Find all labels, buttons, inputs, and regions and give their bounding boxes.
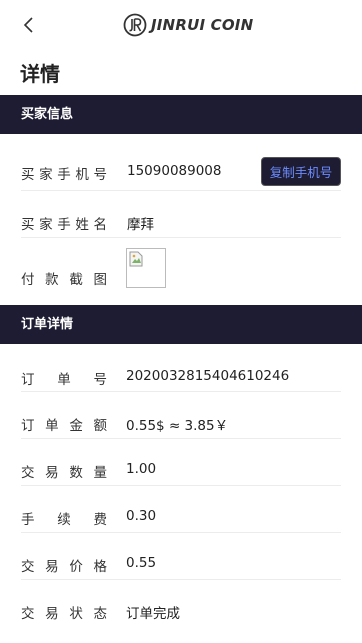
label-char: 号	[93, 167, 108, 183]
label-char: 单	[57, 372, 71, 388]
label-char: 数	[69, 465, 83, 481]
label-char: 订	[21, 372, 35, 388]
label-char: 易	[45, 559, 59, 575]
payment-screenshot-image[interactable]	[126, 248, 166, 288]
label-char: 费	[93, 512, 108, 528]
label-char: 号	[93, 372, 108, 388]
app-logo: JINRUI COIN	[123, 12, 253, 38]
label-char: 买	[21, 167, 35, 183]
top-bar: JINRUI COIN	[0, 0, 362, 50]
buyer-name-value: 摩拜	[127, 217, 154, 233]
label-char: 格	[93, 559, 107, 575]
label-char: 订	[21, 418, 35, 434]
label-char: 姓	[75, 217, 89, 233]
label-char: 图	[93, 272, 107, 288]
label-char: 交	[21, 465, 35, 481]
divider	[21, 532, 341, 533]
label-char: 续	[57, 512, 71, 528]
order-detail-value: 0.30	[126, 508, 157, 524]
divider	[21, 485, 341, 486]
order-detail-label: 订单金额	[21, 414, 107, 434]
label-char: 手	[57, 217, 71, 233]
label-char: 金	[69, 418, 83, 434]
label-char: 款	[45, 272, 59, 288]
order-detail-value: 订单完成	[126, 606, 180, 622]
label-char: 易	[45, 465, 59, 481]
label-char: 手	[21, 512, 35, 528]
divider	[21, 190, 341, 191]
label-char: 单	[45, 418, 59, 434]
order-detail-label: 交易数量	[21, 461, 107, 481]
label-char: 截	[69, 272, 83, 288]
label-char: 买	[21, 217, 35, 233]
page-title: 详情	[20, 62, 60, 86]
label-char: 量	[93, 465, 107, 481]
jr-logo-icon	[123, 13, 147, 37]
order-section-header: 订单详情	[0, 305, 362, 344]
buyer-phone-label: 买家手机号	[21, 163, 107, 183]
divider	[21, 237, 341, 238]
divider	[21, 391, 341, 392]
order-detail-value: 2020032815404610246	[126, 368, 290, 384]
label-char: 家	[39, 217, 53, 233]
label-char: 机	[75, 167, 89, 183]
buyer-section-header: 买家信息	[0, 95, 362, 134]
copy-phone-button[interactable]: 复制手机号	[261, 157, 341, 186]
label-char: 态	[93, 606, 107, 622]
divider	[21, 438, 341, 439]
label-char: 付	[21, 272, 35, 288]
label-char: 状	[69, 606, 83, 622]
broken-image-icon	[129, 251, 143, 267]
order-detail-label: 手续费	[21, 508, 107, 528]
logo-text: JINRUI COIN	[151, 16, 254, 34]
label-char: 名	[93, 217, 108, 233]
label-char: 价	[69, 559, 83, 575]
order-detail-label: 交易状态	[21, 602, 107, 622]
label-char: 交	[21, 559, 35, 575]
divider	[21, 579, 341, 580]
label-char: 额	[93, 418, 107, 434]
chevron-left-icon[interactable]	[18, 14, 40, 36]
order-detail-label: 订单号	[21, 368, 107, 388]
order-detail-value: 0.55$ ≈ 3.85￥	[126, 418, 229, 434]
buyer-name-label: 买家手姓名	[21, 213, 107, 233]
order-detail-value: 0.55	[126, 555, 157, 571]
buyer-phone-value: 15090089008	[127, 163, 222, 179]
order-detail-label: 交易价格	[21, 555, 107, 575]
label-char: 易	[45, 606, 59, 622]
order-detail-value: 1.00	[126, 461, 157, 477]
payment-screenshot-label: 付款截图	[21, 268, 107, 288]
label-char: 家	[39, 167, 53, 183]
label-char: 手	[57, 167, 71, 183]
label-char: 交	[21, 606, 35, 622]
